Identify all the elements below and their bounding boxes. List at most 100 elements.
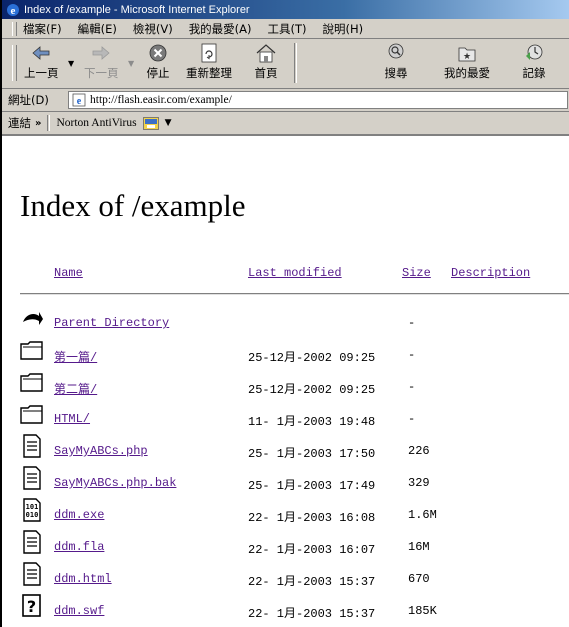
address-label: 網址(D) <box>8 93 49 107</box>
list-item: SayMyABCs.php 25- 1月-2003 17:50 226 <box>4 434 569 462</box>
standard-toolbar: 上一頁 ▼ 下一頁 ▼ 停止 重新整理 首頁 搜尋 ★ 我的最愛 記錄 <box>2 39 569 89</box>
file-size: 185K <box>408 604 437 618</box>
history-button[interactable]: 記錄 <box>522 42 546 81</box>
menu-file[interactable]: 檔案(F) <box>23 21 62 37</box>
home-label: 首頁 <box>254 66 278 80</box>
back-arrow-icon <box>23 312 43 325</box>
back-label: 上一頁 <box>24 66 59 80</box>
links-chevron-icon[interactable]: » <box>35 118 41 129</box>
file-modified: 22- 1月-2003 16:08 <box>248 511 376 525</box>
toolbar-grip[interactable] <box>12 45 17 81</box>
list-item: ddm.fla 22- 1月-2003 16:07 16M <box>4 530 569 558</box>
menu-edit[interactable]: 編輯(E) <box>78 21 117 37</box>
norton-dropdown-icon[interactable]: ▼ <box>165 118 172 128</box>
file-modified: 25- 1月-2003 17:50 <box>248 447 376 461</box>
list-item: SayMyABCs.php.bak 25- 1月-2003 17:49 329 <box>4 466 569 494</box>
history-label: 記錄 <box>522 66 546 80</box>
file-modified: 22- 1月-2003 15:37 <box>248 607 376 621</box>
file-modified: 25-12月-2002 09:25 <box>248 383 376 397</box>
home-button[interactable]: 首頁 <box>254 42 278 81</box>
back-button[interactable]: 上一頁 <box>24 42 59 81</box>
list-item: ddm.html 22- 1月-2003 15:37 670 <box>4 562 569 590</box>
file-size: 226 <box>408 444 430 458</box>
toolbar-separator <box>294 43 297 83</box>
page-title: Index of /example <box>20 188 246 223</box>
list-item: 101 010 ddm.exe 22- 1月-2003 16:08 1.6M <box>4 498 569 526</box>
stop-label: 停止 <box>146 66 170 80</box>
file-link[interactable]: SayMyABCs.php.bak <box>54 476 176 490</box>
file-link[interactable]: ddm.exe <box>54 508 104 522</box>
refresh-icon <box>201 43 217 63</box>
back-dropdown-icon[interactable]: ▼ <box>68 59 74 68</box>
column-header-last-modified[interactable]: Last modified <box>248 266 342 280</box>
menu-favorites[interactable]: 我的最愛(A) <box>189 21 252 37</box>
home-icon <box>256 44 276 63</box>
forward-button[interactable]: 下一頁 <box>84 42 119 81</box>
window-title: Index of /example - Microsoft Internet E… <box>24 3 250 16</box>
file-modified: 22- 1月-2003 16:07 <box>248 543 376 557</box>
file-link[interactable]: ddm.html <box>54 572 112 586</box>
file-size: 670 <box>408 572 430 586</box>
forward-arrow-icon <box>92 46 110 60</box>
links-separator <box>47 115 51 131</box>
favorites-button[interactable]: ★ 我的最愛 <box>444 42 490 81</box>
column-header-name[interactable]: Name <box>54 266 83 280</box>
column-header-size[interactable]: Size <box>402 266 431 280</box>
file-link[interactable]: 第二篇/ <box>54 380 97 397</box>
list-item: 第二篇/ 25-12月-2002 09:25 - <box>4 370 569 398</box>
title-bar[interactable]: e Index of /example - Microsoft Internet… <box>2 0 569 19</box>
search-icon <box>388 43 404 59</box>
unknown-file-icon: ? <box>22 594 41 617</box>
file-link[interactable]: SayMyABCs.php <box>54 444 148 458</box>
menu-tools[interactable]: 工具(T) <box>268 21 307 37</box>
column-header-description[interactable]: Description <box>451 266 530 280</box>
menu-help[interactable]: 說明(H) <box>323 21 364 37</box>
folder-icon <box>20 405 43 424</box>
text-file-icon <box>23 434 41 458</box>
file-size: 329 <box>408 476 430 490</box>
file-size: - <box>408 412 416 426</box>
file-link[interactable]: ddm.fla <box>54 540 104 554</box>
svg-text:?: ? <box>27 597 36 616</box>
norton-antivirus-label: Norton AntiVirus <box>56 117 137 129</box>
file-link[interactable]: 第一篇/ <box>54 348 97 365</box>
favorites-icon: ★ <box>458 47 476 62</box>
refresh-label: 重新整理 <box>186 66 232 80</box>
folder-icon <box>20 341 43 360</box>
list-item: HTML/ 11- 1月-2003 19:48 - <box>4 402 569 430</box>
file-modified: 11- 1月-2003 19:48 <box>248 415 376 429</box>
favorites-label: 我的最愛 <box>444 66 490 80</box>
file-size: - <box>408 348 416 362</box>
file-size: - <box>408 316 416 330</box>
stop-icon <box>149 44 167 62</box>
refresh-button[interactable]: 重新整理 <box>186 42 232 81</box>
list-item: Parent Directory - <box>4 306 569 334</box>
file-link[interactable]: Parent Directory <box>54 316 169 330</box>
file-size: 16M <box>408 540 430 554</box>
menu-view[interactable]: 檢視(V) <box>133 21 173 37</box>
address-input[interactable]: e http://flash.easir.com/example/ <box>68 91 568 109</box>
list-item: ? ddm.swf 22- 1月-2003 15:37 185K <box>4 594 569 622</box>
file-link[interactable]: ddm.swf <box>54 604 104 618</box>
search-label: 搜尋 <box>384 66 408 80</box>
search-button[interactable]: 搜尋 <box>384 42 408 81</box>
text-file-icon <box>23 530 41 554</box>
text-file-icon <box>23 466 41 490</box>
forward-dropdown-icon[interactable]: ▼ <box>128 59 134 68</box>
svg-text:010: 010 <box>26 511 39 519</box>
address-bar: 網址(D) e http://flash.easir.com/example/ <box>2 89 569 112</box>
menu-bar-grip[interactable] <box>12 21 17 36</box>
ie-logo-icon: e <box>7 3 19 17</box>
page-content: Index of /example Name Last modified Siz… <box>4 138 569 627</box>
forward-label: 下一頁 <box>84 66 119 80</box>
browser-window: e Index of /example - Microsoft Internet… <box>0 0 569 627</box>
file-link[interactable]: HTML/ <box>54 412 90 426</box>
back-arrow-icon <box>32 46 50 60</box>
svg-text:★: ★ <box>463 52 471 62</box>
stop-button[interactable]: 停止 <box>146 42 170 81</box>
menu-bar: 檔案(F) 編輯(E) 檢視(V) 我的最愛(A) 工具(T) 說明(H) <box>2 19 569 39</box>
file-modified: 25-12月-2002 09:25 <box>248 351 376 365</box>
norton-antivirus-icon[interactable] <box>142 116 159 130</box>
links-label: 連結 <box>8 116 31 130</box>
ie-page-icon: e <box>72 93 86 107</box>
